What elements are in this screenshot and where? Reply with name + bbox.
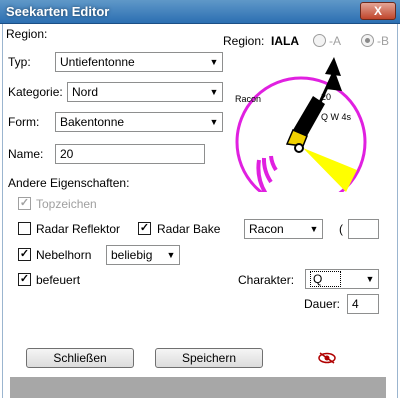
racon-select-value: Racon <box>249 222 284 236</box>
light-sector <box>303 148 357 192</box>
chevron-down-icon: ▼ <box>365 274 375 284</box>
typ-select[interactable]: Untiefentonne ▼ <box>55 52 223 72</box>
radar-bake-checkbox[interactable]: ✓ <box>138 222 151 235</box>
befeuert-label: befeuert <box>36 273 81 287</box>
name-field[interactable]: 20 <box>55 144 205 164</box>
region-label: Region: <box>223 34 265 48</box>
chevron-down-icon: ▼ <box>209 87 219 97</box>
status-strip <box>10 377 386 398</box>
charakter-label: Charakter: <box>238 273 295 287</box>
save-button[interactable]: Speichern <box>155 348 263 368</box>
buoy-preview: Racon 20 Q W 4s <box>235 57 367 192</box>
buoy-position-dot <box>294 143 304 153</box>
eye-icon[interactable] <box>317 351 337 365</box>
topzeichen-checkbox[interactable]: ✓ <box>18 197 31 210</box>
radar-reflektor-checkbox[interactable] <box>18 222 31 235</box>
radar-reflektor-label: Radar Reflektor <box>36 222 121 236</box>
region-section-label: Region: <box>6 27 48 41</box>
racon-code-field[interactable] <box>348 219 379 239</box>
form-select-value: Bakentonne <box>60 115 125 129</box>
racon-paren: ( <box>339 222 343 236</box>
radar-bake-label: Radar Bake <box>157 222 221 236</box>
region-option-a-label: -A <box>329 34 341 48</box>
preview-racon-text: Racon <box>235 94 261 104</box>
dauer-label: Dauer: <box>304 297 341 311</box>
typ-select-value: Untiefentonne <box>60 55 135 69</box>
nebelhorn-select[interactable]: beliebig ▼ <box>106 245 180 265</box>
topmark-upper <box>325 57 341 76</box>
nebelhorn-label: Nebelhorn <box>36 248 92 262</box>
form-label: Form: <box>8 115 40 129</box>
befeuert-checkbox[interactable]: ✓ <box>18 273 31 286</box>
window-close-button[interactable]: X <box>360 2 396 20</box>
chevron-down-icon: ▼ <box>209 117 219 127</box>
window-title: Seekarten Editor <box>6 4 110 19</box>
chevron-down-icon: ▼ <box>309 224 319 234</box>
racon-arc-inner <box>269 155 278 172</box>
chevron-down-icon: ▼ <box>209 57 219 67</box>
racon-arc-mid <box>262 157 273 184</box>
close-button[interactable]: Schließen <box>26 348 134 368</box>
dialog-body: Region: Region: IALA -A -B Typ: Untiefen… <box>2 24 398 398</box>
name-label: Name: <box>8 147 44 161</box>
region-value: IALA <box>271 34 299 48</box>
kategorie-label: Kategorie: <box>8 85 63 99</box>
chevron-down-icon: ▼ <box>166 250 176 260</box>
nebelhorn-select-value: beliebig <box>111 248 153 262</box>
charakter-select[interactable]: Q ▼ <box>305 269 379 289</box>
region-option-a-radio[interactable] <box>313 34 326 47</box>
topzeichen-label: Topzeichen <box>36 197 97 211</box>
title-bar: Seekarten Editor X <box>0 0 400 24</box>
preview-light-text: Q W 4s <box>321 112 352 122</box>
other-properties-header: Andere Eigenschaften: <box>8 176 130 190</box>
typ-label: Typ: <box>8 55 31 69</box>
dauer-field[interactable]: 4 <box>347 294 379 314</box>
nebelhorn-checkbox[interactable]: ✓ <box>18 248 31 261</box>
kategorie-select-value: Nord <box>72 85 99 99</box>
charakter-select-value: Q <box>310 271 342 287</box>
kategorie-select[interactable]: Nord ▼ <box>67 82 223 102</box>
region-option-b-radio[interactable] <box>361 34 374 47</box>
region-option-b-label: -B <box>377 34 389 48</box>
preview-name-text: 20 <box>321 92 331 102</box>
form-select[interactable]: Bakentonne ▼ <box>55 112 223 132</box>
racon-select[interactable]: Racon ▼ <box>244 219 323 239</box>
